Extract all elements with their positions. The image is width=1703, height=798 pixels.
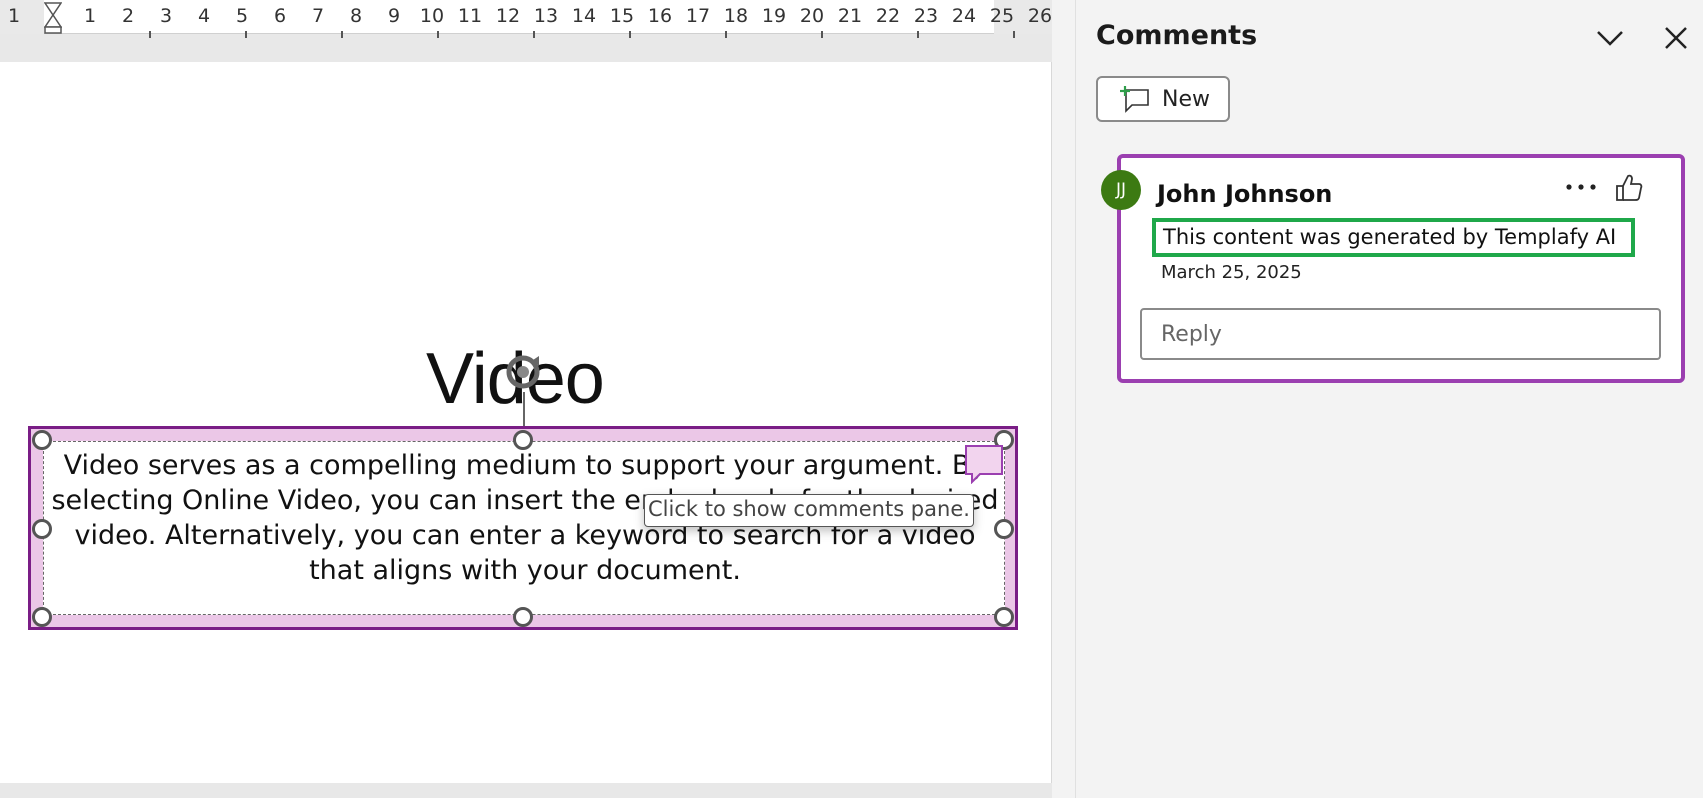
- ruler-number: 19: [761, 5, 787, 27]
- ruler-tick: [341, 31, 343, 38]
- new-comment-icon: [1120, 86, 1149, 113]
- ruler-number: 23: [913, 5, 939, 27]
- ruler-tick: [725, 31, 727, 38]
- document-page[interactable]: [0, 62, 1052, 783]
- ruler-tick: [437, 31, 439, 38]
- comment-indicator-icon[interactable]: [964, 444, 1004, 484]
- ruler-number: 17: [685, 5, 711, 27]
- ruler-number: 14: [571, 5, 597, 27]
- ruler-tick: [245, 31, 247, 38]
- resize-handle-middle-right[interactable]: [994, 519, 1014, 539]
- more-options-icon[interactable]: [1561, 174, 1601, 200]
- ruler-number: 6: [273, 5, 287, 27]
- resize-handle-top-left[interactable]: [32, 430, 52, 450]
- ruler-number: 1: [7, 5, 21, 27]
- comment-date: March 25, 2025: [1161, 262, 1302, 283]
- resize-handle-middle-left[interactable]: [32, 519, 52, 539]
- resize-handle-bottom-left[interactable]: [32, 607, 52, 627]
- ruler-number: 2: [121, 5, 135, 27]
- ruler-number: 15: [609, 5, 635, 27]
- ruler-number: 20: [799, 5, 825, 27]
- comments-pane: Comments New John Johnson This content w…: [1075, 0, 1703, 798]
- ruler-number: 16: [647, 5, 673, 27]
- thumbs-up-icon[interactable]: [1613, 172, 1645, 204]
- document-area: 1 1 2 3 4 5 6 7 8 9 10 11 12 13 14 15 16 17 18 19 20 21 22 23 24…: [0, 0, 1052, 798]
- ruler-number: 9: [387, 5, 401, 27]
- close-icon[interactable]: [1660, 22, 1692, 54]
- resize-handle-bottom-right[interactable]: [994, 607, 1014, 627]
- ruler-number: 11: [457, 5, 483, 27]
- ruler-number: 22: [875, 5, 901, 27]
- ruler-number: 10: [419, 5, 445, 27]
- ruler-number: 26: [1027, 5, 1053, 27]
- comment-text[interactable]: This content was generated by Templafy A…: [1152, 218, 1635, 257]
- ruler-tick: [533, 31, 535, 38]
- ruler-tick: [629, 31, 631, 38]
- resize-handle-top-center[interactable]: [513, 430, 533, 450]
- ruler-tick: [149, 31, 151, 38]
- ruler-tick: [1013, 31, 1015, 38]
- selected-text-box[interactable]: Video serves as a compelling medium to s…: [28, 426, 1018, 630]
- new-comment-label: New: [1162, 86, 1210, 112]
- new-comment-button[interactable]: New: [1096, 76, 1230, 122]
- avatar: JJ: [1101, 170, 1141, 210]
- ruler-tick: [821, 31, 823, 38]
- ruler-number: 8: [349, 5, 363, 27]
- ruler-number: 21: [837, 5, 863, 27]
- ruler-tick: [917, 31, 919, 38]
- comment-author: John Johnson: [1157, 180, 1333, 208]
- reply-input[interactable]: [1140, 308, 1661, 360]
- ruler-number: 5: [235, 5, 249, 27]
- ruler-number: 24: [951, 5, 977, 27]
- text-box-content-area[interactable]: Video serves as a compelling medium to s…: [43, 441, 1005, 615]
- comment-card[interactable]: John Johnson This content was generated …: [1117, 154, 1685, 383]
- comments-pane-tooltip: Click to show comments pane.: [644, 494, 974, 527]
- ruler-number: 18: [723, 5, 749, 27]
- ruler-number: 4: [197, 5, 211, 27]
- comments-pane-title: Comments: [1096, 20, 1258, 51]
- ruler-number: 13: [533, 5, 559, 27]
- resize-handle-bottom-center[interactable]: [513, 607, 533, 627]
- ruler-number: 7: [311, 5, 325, 27]
- ruler-margin-left: [0, 0, 44, 34]
- rotate-handle-icon[interactable]: [505, 352, 543, 392]
- ruler-number: 3: [159, 5, 173, 27]
- indent-marker-icon[interactable]: [44, 2, 62, 34]
- word-app-window: 1 1 2 3 4 5 6 7 8 9 10 11 12 13 14 15 16 17 18 19 20 21 22 23 24…: [0, 0, 1703, 798]
- chevron-down-icon[interactable]: [1594, 22, 1626, 54]
- ruler-number: 25: [989, 5, 1015, 27]
- horizontal-ruler[interactable]: 1 1 2 3 4 5 6 7 8 9 10 11 12 13 14 15 16 17 18 19 20 21 22 23 24…: [0, 0, 1053, 38]
- ruler-number: 12: [495, 5, 521, 27]
- ruler-number: 1: [83, 5, 97, 27]
